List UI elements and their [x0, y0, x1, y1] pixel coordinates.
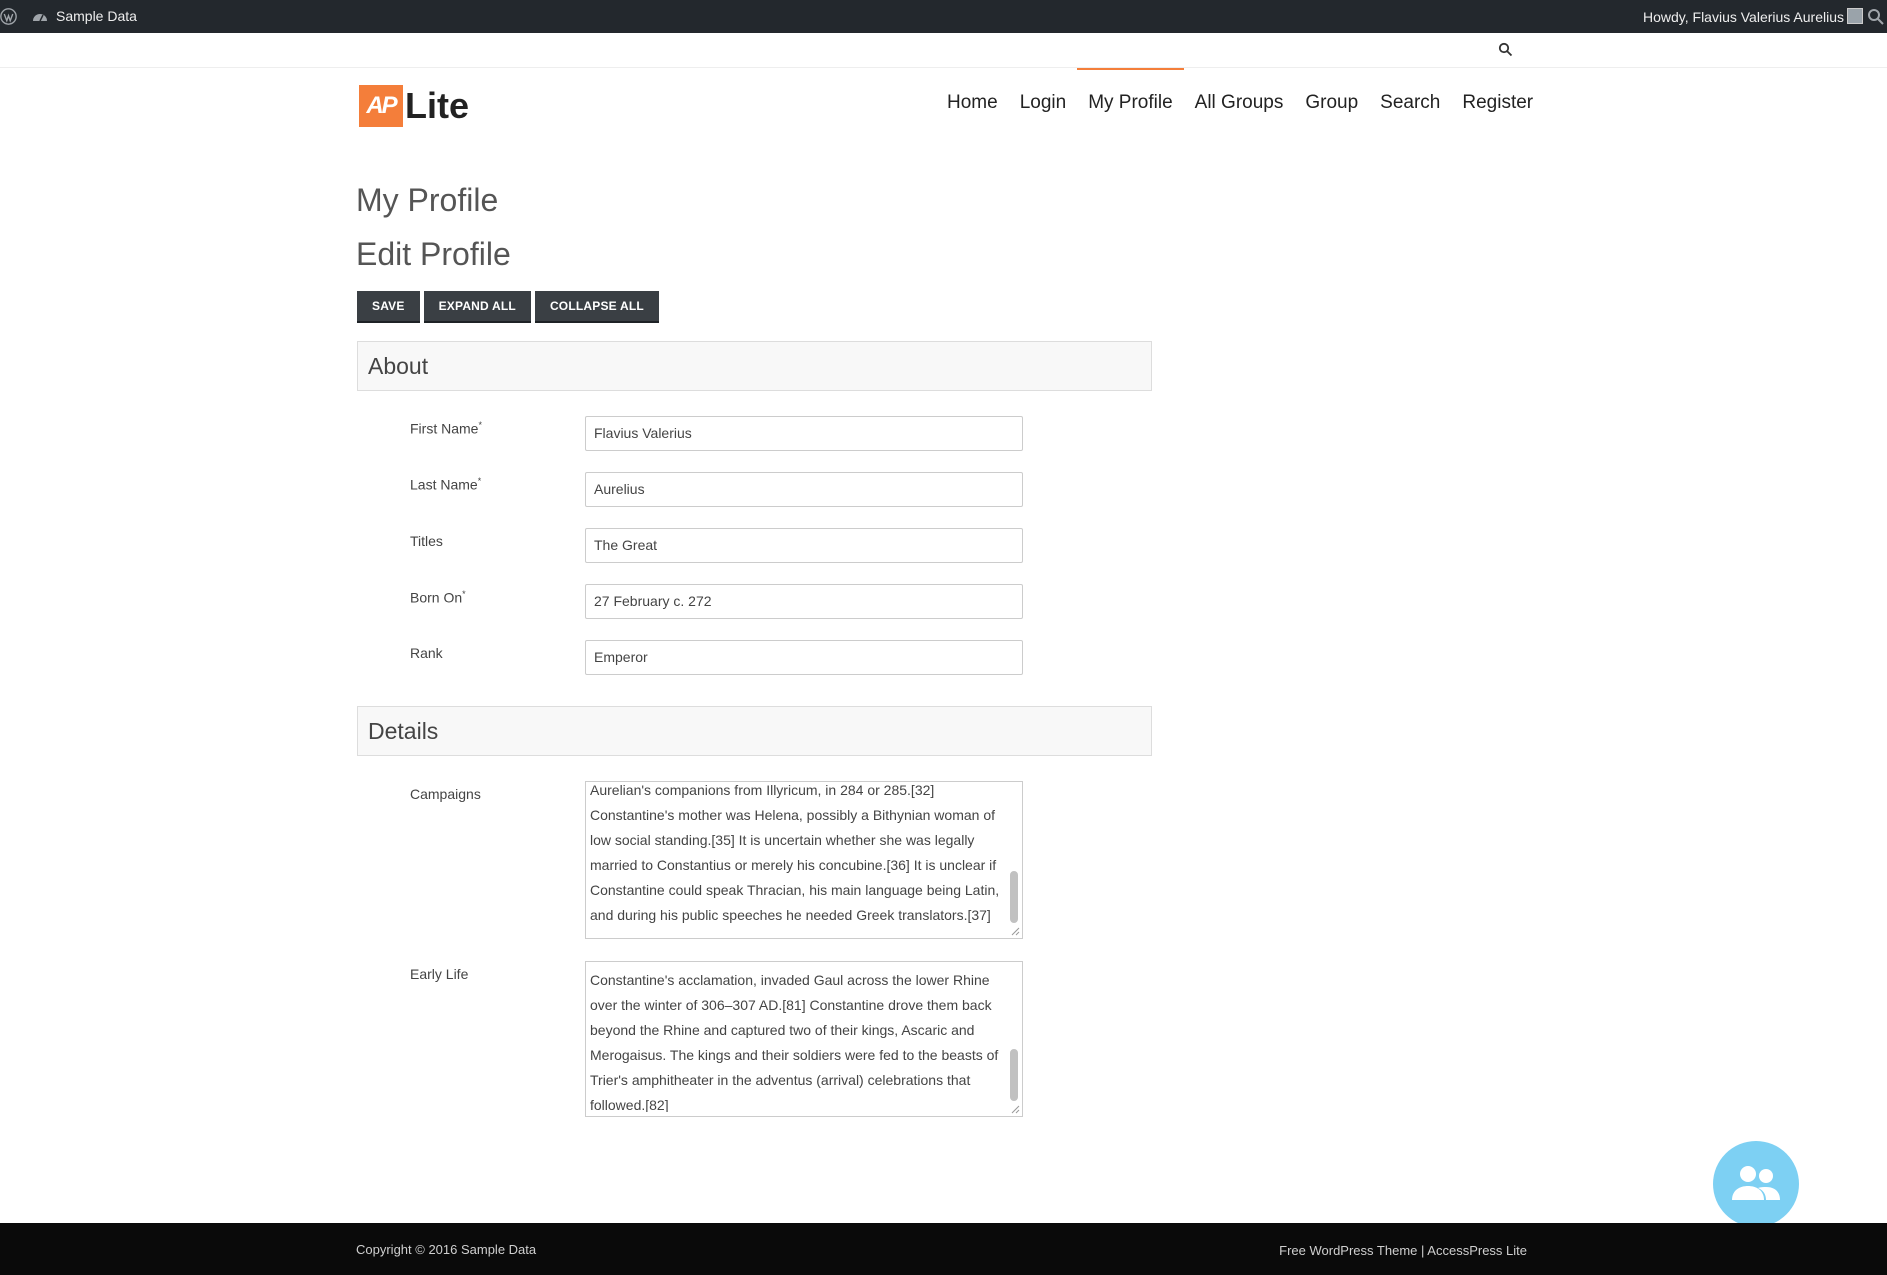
- site-footer: Copyright © 2016 Sample Data Free WordPr…: [0, 1223, 1887, 1275]
- campaigns-label: Campaigns: [410, 786, 481, 802]
- footer-credits: Free WordPress Theme | AccessPress Lite: [1279, 1243, 1527, 1258]
- site-logo[interactable]: AP Lite: [359, 85, 469, 127]
- campaigns-scroll-thumb[interactable]: [1010, 871, 1018, 923]
- main-nav: Home Login My Profile All Groups Group S…: [936, 68, 1544, 138]
- early-life-scrollbar[interactable]: [1008, 964, 1021, 1102]
- early-life-scroll-thumb[interactable]: [1010, 1049, 1018, 1101]
- first-name-label: First Name*: [410, 420, 482, 437]
- titles-label: Titles: [410, 533, 443, 549]
- last-name-label: Last Name*: [410, 476, 482, 493]
- footer-theme-name[interactable]: AccessPress Lite: [1427, 1243, 1527, 1258]
- admin-howdy[interactable]: Howdy, Flavius Valerius Aurelius: [1643, 9, 1844, 25]
- first-name-field[interactable]: Flavius Valerius: [585, 416, 1023, 451]
- admin-site-name: Sample Data: [56, 8, 137, 24]
- resize-grip-icon[interactable]: [1010, 1104, 1020, 1114]
- nav-group[interactable]: Group: [1294, 68, 1369, 138]
- campaigns-scrollbar[interactable]: [1008, 784, 1021, 924]
- born-on-label: Born On*: [410, 589, 466, 606]
- community-fab-button[interactable]: [1713, 1141, 1799, 1227]
- nav-register[interactable]: Register: [1451, 68, 1544, 138]
- section-about-header[interactable]: About: [357, 341, 1152, 391]
- save-button[interactable]: SAVE: [357, 291, 420, 321]
- campaigns-text: Aurelian's companions from Illyricum, in…: [590, 782, 1000, 923]
- nav-my-profile[interactable]: My Profile: [1077, 68, 1185, 138]
- collapse-all-button[interactable]: COLLAPSE ALL: [534, 291, 659, 321]
- form-title: Edit Profile: [356, 236, 511, 272]
- logo-badge: AP: [359, 85, 403, 127]
- search-icon[interactable]: [1498, 42, 1513, 57]
- logo-text: Lite: [405, 85, 470, 126]
- page-title: My Profile: [356, 182, 499, 218]
- early-life-textarea[interactable]: Constantine's acclamation, invaded Gaul …: [585, 961, 1023, 1117]
- nav-search[interactable]: Search: [1369, 68, 1451, 138]
- titles-field[interactable]: The Great: [585, 528, 1023, 563]
- footer-separator: |: [1421, 1243, 1425, 1258]
- nav-all-groups[interactable]: All Groups: [1184, 68, 1295, 138]
- rank-field[interactable]: Emperor: [585, 640, 1023, 675]
- top-search-bar: [0, 33, 1887, 68]
- born-on-field[interactable]: 27 February c. 272: [585, 584, 1023, 619]
- nav-home[interactable]: Home: [936, 68, 1009, 138]
- expand-all-button[interactable]: EXPAND ALL: [423, 291, 531, 321]
- nav-login[interactable]: Login: [1009, 68, 1078, 138]
- footer-theme-link[interactable]: Free WordPress Theme: [1279, 1243, 1417, 1258]
- avatar[interactable]: [1847, 8, 1863, 24]
- admin-site-link[interactable]: Sample Data: [32, 8, 137, 24]
- resize-grip-icon[interactable]: [1010, 926, 1020, 936]
- last-name-field[interactable]: Aurelius: [585, 472, 1023, 507]
- early-life-text: Constantine's acclamation, invaded Gaul …: [590, 972, 999, 1112]
- footer-copyright: Copyright © 2016 Sample Data: [356, 1242, 537, 1257]
- form-toolbar: SAVE EXPAND ALL COLLAPSE ALL: [357, 291, 659, 321]
- admin-search-icon[interactable]: [1867, 8, 1885, 26]
- section-details-header[interactable]: Details: [357, 706, 1152, 756]
- wordpress-icon[interactable]: [0, 8, 17, 25]
- rank-label: Rank: [410, 645, 443, 661]
- campaigns-textarea[interactable]: Aurelian's companions from Illyricum, in…: [585, 781, 1023, 939]
- admin-bar: Sample Data Howdy, Flavius Valerius Aure…: [0, 0, 1887, 33]
- early-life-label: Early Life: [410, 966, 469, 982]
- dashboard-icon: [33, 14, 47, 22]
- users-icon: [1732, 1166, 1780, 1200]
